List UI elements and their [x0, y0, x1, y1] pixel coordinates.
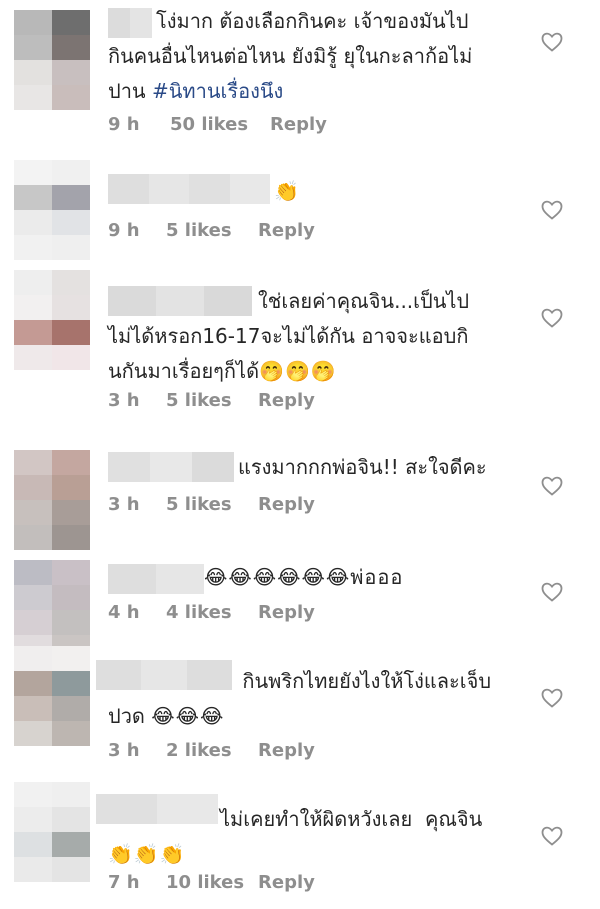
blurred-username[interactable] — [108, 452, 234, 482]
comment-time: 9 h — [108, 114, 140, 135]
comment-meta: 7 h 10 likes Reply — [108, 872, 315, 893]
comment-time: 7 h — [108, 872, 140, 893]
reply-button[interactable]: Reply — [258, 220, 315, 241]
reply-button[interactable]: Reply — [258, 494, 315, 515]
comment-time: 9 h — [108, 220, 140, 241]
reply-button[interactable]: Reply — [258, 390, 315, 411]
emoji-text: 😂😂😂 — [151, 704, 225, 728]
comment-item: กินพริกไทยยังไงให้โง่และเจ็บ ปวด 😂😂😂 3 h… — [0, 646, 600, 776]
heart-icon[interactable] — [540, 686, 564, 710]
likes-count[interactable]: 5 likes — [166, 220, 258, 241]
avatar[interactable] — [14, 10, 90, 110]
comment-meta: 3 h 5 likes Reply — [108, 494, 315, 515]
reply-button[interactable]: Reply — [258, 872, 315, 893]
comment-item: โง่มาก ต้องเลือกกินคะ เจ้าของมันไป กินคน… — [0, 0, 600, 150]
likes-count[interactable]: 50 likes — [170, 114, 270, 135]
comment-item: แรงมากกกพ่อจิน!! สะใจดีคะ 3 h 5 likes Re… — [0, 430, 600, 550]
comment-time: 3 h — [108, 390, 140, 411]
reply-button[interactable]: Reply — [258, 602, 315, 623]
comment-item: ใช่เลยค่าคุณจิน...เป็นไป ไม่ได้หรอก16-17… — [0, 270, 600, 420]
comment-list: โง่มาก ต้องเลือกกินคะ เจ้าของมันไป กินคน… — [0, 0, 600, 909]
avatar[interactable] — [14, 560, 90, 660]
emoji-text: 😂😂😂😂😂😂พ่อออ — [204, 565, 404, 589]
blurred-username[interactable] — [108, 174, 270, 204]
comment-text: แรงมากกกพ่อจิน!! สะใจดีคะ — [238, 455, 487, 479]
comment-text: โง่มาก ต้องเลือกกินคะ เจ้าของมันไป กินคน… — [108, 9, 473, 103]
emoji-text: 👏 — [274, 179, 300, 203]
heart-icon[interactable] — [540, 306, 564, 330]
heart-icon[interactable] — [540, 30, 564, 54]
blurred-username[interactable] — [108, 564, 204, 594]
likes-count[interactable]: 2 likes — [166, 740, 258, 761]
heart-icon[interactable] — [540, 198, 564, 222]
comment-meta: 9 h 50 likes Reply — [108, 114, 327, 135]
avatar[interactable] — [14, 450, 90, 550]
comment-item: ไม่เคยทำให้ผิดหวังเลย คุณจิน 👏👏👏 7 h 10 … — [0, 780, 600, 909]
comment-text: ไม่เคยทำให้ผิดหวังเลย คุณจิน 👏👏👏 — [108, 807, 483, 866]
comment-time: 3 h — [108, 740, 140, 761]
likes-count[interactable]: 5 likes — [166, 494, 258, 515]
heart-icon[interactable] — [540, 580, 564, 604]
comment-text: 😂😂😂😂😂😂พ่อออ — [204, 560, 534, 595]
comment-item: 😂😂😂😂😂😂พ่อออ 4 h 4 likes Reply — [0, 540, 600, 660]
likes-count[interactable]: 10 likes — [166, 872, 258, 893]
emoji-text: 👏👏👏 — [108, 842, 186, 866]
reply-button[interactable]: Reply — [270, 114, 327, 135]
comment-text: กินพริกไทยยังไงให้โง่และเจ็บ ปวด 😂😂😂 — [108, 669, 492, 728]
comment-item: 👏 9 h 5 likes Reply — [0, 160, 600, 260]
comment-meta: 3 h 2 likes Reply — [108, 740, 315, 761]
comment-meta: 3 h 5 likes Reply — [108, 390, 315, 411]
comment-meta: 9 h 5 likes Reply — [108, 220, 315, 241]
comment-time: 3 h — [108, 494, 140, 515]
reply-button[interactable]: Reply — [258, 740, 315, 761]
comment-meta: 4 h 4 likes Reply — [108, 602, 315, 623]
heart-icon[interactable] — [540, 474, 564, 498]
avatar[interactable] — [14, 270, 90, 370]
avatar[interactable] — [14, 160, 90, 260]
heart-icon[interactable] — [540, 824, 564, 848]
likes-count[interactable]: 5 likes — [166, 390, 258, 411]
emoji-text: 🤭🤭🤭 — [259, 359, 337, 383]
comment-time: 4 h — [108, 602, 140, 623]
avatar[interactable] — [14, 782, 90, 882]
avatar[interactable] — [14, 646, 90, 746]
hashtag-link[interactable]: #นิทานเรื่องนึง — [152, 79, 283, 103]
comment-text: ใช่เลยค่าคุณจิน...เป็นไป ไม่ได้หรอก16-17… — [108, 289, 470, 383]
likes-count[interactable]: 4 likes — [166, 602, 258, 623]
